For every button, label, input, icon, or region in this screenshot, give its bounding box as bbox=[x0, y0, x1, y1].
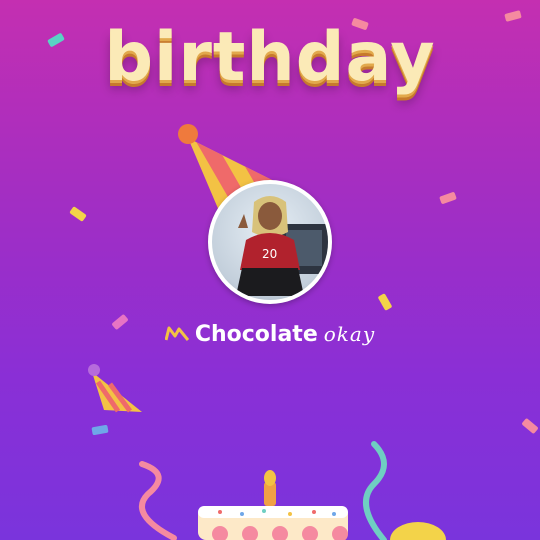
birthday-cake-icon bbox=[198, 470, 348, 540]
confetti-piece bbox=[377, 293, 393, 311]
profile-username: Chocolate bbox=[194, 321, 318, 347]
confetti-piece bbox=[91, 424, 109, 436]
birthday-title: birthday bbox=[104, 18, 436, 97]
confetti-piece bbox=[521, 417, 539, 435]
profile-name-row[interactable]: Chocolate okay bbox=[0, 318, 540, 350]
party-hat-icon bbox=[88, 364, 142, 413]
confetti-piece bbox=[69, 206, 87, 222]
avatar-photo: 20 bbox=[212, 184, 328, 300]
balloon-icon bbox=[390, 522, 446, 540]
streamer-ribbon bbox=[139, 461, 177, 540]
birthday-card: birthday 20 Chocolate okay bbox=[0, 0, 540, 540]
confetti-piece bbox=[439, 191, 457, 205]
avatar-person-image: 20 bbox=[236, 196, 328, 296]
profile-username-suffix: okay bbox=[323, 322, 376, 346]
svg-text:20: 20 bbox=[262, 247, 277, 261]
crown-icon bbox=[164, 326, 189, 341]
profile-avatar[interactable]: 20 bbox=[208, 180, 332, 304]
